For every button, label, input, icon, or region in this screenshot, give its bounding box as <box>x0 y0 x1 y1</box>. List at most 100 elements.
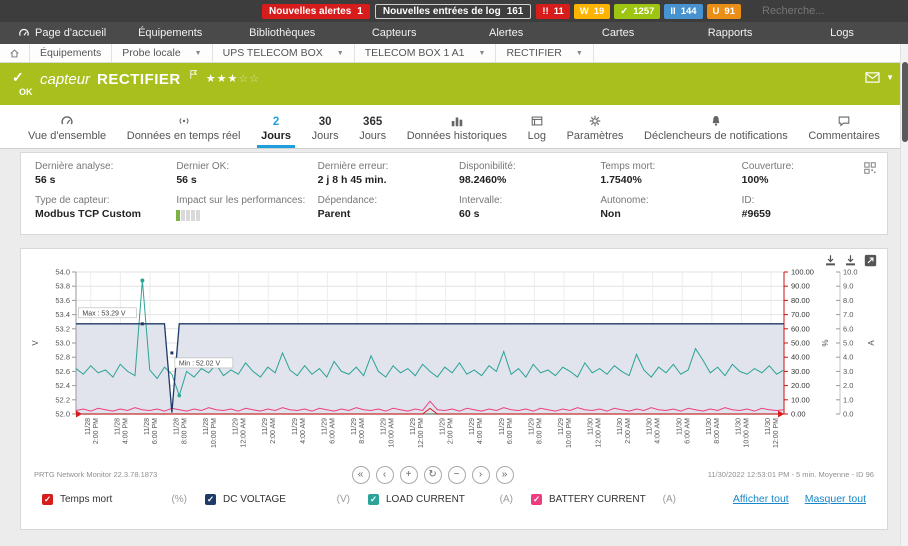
svg-text:54.0: 54.0 <box>55 268 70 277</box>
svg-text:11/30: 11/30 <box>676 418 683 435</box>
home-icon <box>9 48 20 59</box>
flag-icon[interactable] <box>188 69 199 80</box>
sensor-info-grid: Dernière analyse:56 sDernier OK:56 sDern… <box>35 161 873 229</box>
legend-item-load-current: ✓LOAD CURRENT(A) <box>368 494 531 505</box>
svg-text:11/28: 11/28 <box>144 418 151 435</box>
menu-item-logs[interactable]: Logs <box>786 27 898 39</box>
chart-nav-reset-button[interactable]: ↻ <box>424 466 442 484</box>
new-log-entries-badge[interactable]: Nouvelles entrées de log 161 <box>375 4 532 19</box>
live-icon <box>177 114 191 128</box>
tab-declencheurs-de-notifications[interactable]: Déclencheurs de notifications <box>638 110 794 148</box>
legend-checkbox-battery-current[interactable]: ✓ <box>531 494 542 505</box>
status-badge-u[interactable]: U91 <box>707 4 741 19</box>
tab-donnees-en-temps-reel[interactable]: Données en temps réel <box>121 110 247 148</box>
logtable-icon <box>530 114 544 128</box>
breadcrumb-item-equipements[interactable]: Équipements <box>30 44 112 62</box>
svg-text:52.6: 52.6 <box>55 367 70 376</box>
performance-impact-bars <box>176 210 307 221</box>
status-badge-ii[interactable]: II144 <box>664 4 702 19</box>
menu-item-page-d-accueil[interactable]: Page d'accueil <box>10 27 114 39</box>
status-badge-w[interactable]: W19 <box>574 4 611 19</box>
svg-text:53.4: 53.4 <box>55 310 70 319</box>
legend-checkbox-load-current[interactable]: ✓ <box>368 494 379 505</box>
sensor-info-panel: Dernière analyse:56 sDernier OK:56 sDern… <box>20 152 888 235</box>
tab-2-jours[interactable]: 2Jours <box>255 112 297 148</box>
svg-text:53.8: 53.8 <box>55 282 70 291</box>
svg-text:0.0: 0.0 <box>843 410 853 419</box>
svg-text:52.4: 52.4 <box>55 381 70 390</box>
tab-30-jours[interactable]: 30Jours <box>306 112 345 148</box>
chart-nav-zoom-out-button[interactable]: − <box>448 466 466 484</box>
show-all-link[interactable]: Afficher tout <box>733 493 789 505</box>
download-csv-icon[interactable] <box>844 254 857 267</box>
breadcrumb-item-telecom-box-1-a1[interactable]: TELECOM BOX 1 A1▼ <box>355 44 497 62</box>
svg-text:6:00 PM: 6:00 PM <box>152 418 159 444</box>
svg-text:11/29: 11/29 <box>262 418 269 435</box>
svg-text:52.0: 52.0 <box>55 410 70 419</box>
menu-item-rapports[interactable]: Rapports <box>674 27 786 39</box>
chart-nav-next-button[interactable]: › <box>472 466 490 484</box>
legend-checkbox-dc-voltage[interactable]: ✓ <box>205 494 216 505</box>
breadcrumb-item-rectifier[interactable]: RECTIFIER▼ <box>496 44 593 62</box>
svg-text:11/29: 11/29 <box>381 418 388 435</box>
breadcrumb-item-ups-telecom-box[interactable]: UPS TELECOM BOX▼ <box>213 44 355 62</box>
svg-text:53.6: 53.6 <box>55 296 70 305</box>
tab-parametres[interactable]: Paramètres <box>561 110 630 148</box>
svg-text:11/30: 11/30 <box>588 418 595 435</box>
new-alerts-badge[interactable]: Nouvelles alertes 1 <box>262 4 370 19</box>
menu-item-bibliotheques[interactable]: Bibliothèques <box>226 27 338 39</box>
svg-text:52.8: 52.8 <box>55 353 70 362</box>
tab-commentaires[interactable]: Commentaires <box>802 110 886 148</box>
svg-text:11/29: 11/29 <box>528 418 535 435</box>
svg-text:10:00 PM: 10:00 PM <box>211 418 218 448</box>
legend-checkbox-temps-mort[interactable]: ✓ <box>42 494 53 505</box>
chevron-down-icon: ▼ <box>337 50 344 57</box>
breadcrumb-item-probe-locale[interactable]: Probe locale▼ <box>112 44 212 62</box>
svg-text:4:00 AM: 4:00 AM <box>655 418 662 444</box>
svg-text:Min : 52.02 V: Min : 52.02 V <box>179 360 221 367</box>
menu-item-equipements[interactable]: Équipements <box>114 27 226 39</box>
menu-item-cartes[interactable]: Cartes <box>562 27 674 39</box>
badge-glyph: U <box>713 6 720 17</box>
info-cell-couverture: Couverture:100% <box>742 161 873 195</box>
tab-365-jours[interactable]: 365Jours <box>353 112 392 148</box>
scrollbar-thumb[interactable] <box>902 62 908 142</box>
svg-text:11/28: 11/28 <box>203 418 210 435</box>
svg-text:11/30: 11/30 <box>765 418 772 435</box>
new-log-entries-label: Nouvelles entrées de log <box>383 6 501 17</box>
svg-text:10:00 AM: 10:00 AM <box>743 418 750 448</box>
tab-log[interactable]: Log <box>522 110 552 148</box>
download-png-icon[interactable] <box>824 254 837 267</box>
info-cell-impact-sur-les-performances: Impact sur les performances: <box>176 195 307 229</box>
svg-text:2:00 PM: 2:00 PM <box>448 418 455 444</box>
breadcrumb-home[interactable] <box>0 44 30 62</box>
info-cell-intervalle: Intervalle:60 s <box>459 195 590 229</box>
svg-text:5.0: 5.0 <box>843 339 853 348</box>
chart-nav-last-button[interactable]: » <box>496 466 514 484</box>
status-badge-error[interactable]: !!11 <box>536 4 569 19</box>
tab-donnees-historiques[interactable]: Données historiques <box>401 110 513 148</box>
tab-vue-d-ensemble[interactable]: Vue d'ensemble <box>22 110 112 148</box>
menu-item-capteurs[interactable]: Capteurs <box>338 27 450 39</box>
chart-nav-zoom-in-button[interactable]: + <box>400 466 418 484</box>
chart-nav-prev-button[interactable]: ‹ <box>376 466 394 484</box>
svg-text:8:00 AM: 8:00 AM <box>359 418 366 444</box>
qr-code-icon[interactable] <box>863 161 877 175</box>
chart-toolbar <box>824 254 877 267</box>
svg-text:11/29: 11/29 <box>558 418 565 435</box>
gauge-logo-icon <box>18 27 30 39</box>
priority-stars[interactable]: ★★★☆☆ <box>206 72 260 85</box>
vertical-scrollbar[interactable] <box>900 44 908 546</box>
svg-text:11/30: 11/30 <box>647 418 654 435</box>
status-badge-ok[interactable]: ✓1257 <box>614 4 660 19</box>
notify-menu-button[interactable]: ▼ <box>865 71 894 84</box>
chart-nav-first-button[interactable]: « <box>352 466 370 484</box>
chart-footer: PRTG Network Monitor 22.3.78.1873 «‹+↻−›… <box>28 466 880 484</box>
menu-item-alertes[interactable]: Alertes <box>450 27 562 39</box>
svg-text:V: V <box>31 340 40 346</box>
hide-all-link[interactable]: Masquer tout <box>805 493 866 505</box>
search-input[interactable] <box>760 4 906 18</box>
fullscreen-icon[interactable] <box>864 254 877 267</box>
svg-text:11/30: 11/30 <box>735 418 742 435</box>
svg-text:53.2: 53.2 <box>55 324 70 333</box>
